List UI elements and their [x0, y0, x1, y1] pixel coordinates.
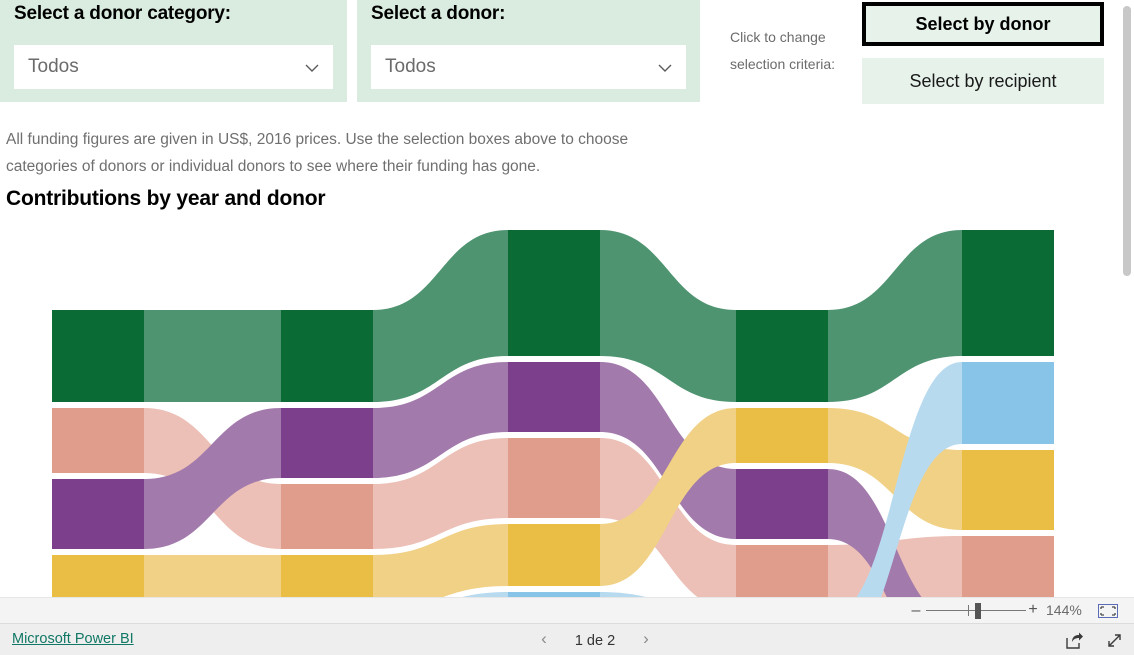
report-canvas: Select a donor category: Todos Select a … [0, 0, 1134, 620]
chevron-down-icon[interactable] [303, 59, 321, 77]
share-icon[interactable] [1064, 631, 1084, 651]
report-description: All funding figures are given in US$, 20… [6, 131, 629, 175]
flow-node[interactable] [736, 408, 828, 463]
flow-node[interactable] [281, 408, 373, 478]
zoom-in-button[interactable]: + [1027, 601, 1039, 619]
slicer-donor-category-title: Select a donor category: [14, 3, 231, 24]
page-label: 1 de 2 [574, 633, 616, 649]
zoom-level-label: 144% [1046, 602, 1082, 618]
slicer-donor-value: Todos [385, 56, 436, 77]
slicer-donor-category-dropdown[interactable]: Todos [14, 45, 333, 89]
fullscreen-icon[interactable] [1105, 631, 1124, 650]
flow-band [144, 555, 281, 598]
flow-node[interactable] [736, 545, 828, 598]
chevron-right-icon[interactable]: › [637, 629, 655, 649]
canvas-scroll-thumb[interactable] [1123, 6, 1131, 276]
flow-node[interactable] [508, 230, 600, 356]
slicer-donor-category: Select a donor category: Todos [0, 0, 347, 102]
page-navigator: ‹ 1 de 2 › [535, 629, 655, 652]
zoom-slider-tick [968, 605, 969, 616]
flow-node[interactable] [52, 408, 144, 473]
chevron-down-icon[interactable] [656, 59, 674, 77]
slicer-donor-category-value: Todos [28, 56, 79, 77]
select-by-recipient-button[interactable]: Select by recipient [862, 58, 1104, 104]
flow-node[interactable] [962, 362, 1054, 444]
flow-node[interactable] [52, 310, 144, 402]
flow-node[interactable] [962, 536, 1054, 598]
flow-node[interactable] [508, 524, 600, 586]
flow-node[interactable] [281, 555, 373, 598]
chevron-left-icon[interactable]: ‹ [535, 629, 553, 649]
slicer-donor-dropdown[interactable]: Todos [371, 45, 686, 89]
flow-node[interactable] [281, 310, 373, 402]
flow-node[interactable] [736, 469, 828, 539]
report-footer: Microsoft Power BI ‹ 1 de 2 › [0, 623, 1134, 655]
flow-node[interactable] [52, 555, 144, 598]
alluvial-chart-svg[interactable] [0, 222, 1120, 598]
microsoft-power-bi-link[interactable]: Microsoft Power BI [12, 631, 134, 647]
zoom-bar: – + 144% [0, 597, 1134, 624]
zoom-slider-thumb[interactable] [975, 603, 981, 619]
selection-criteria-hint: Click to change selection criteria: [730, 29, 836, 72]
flow-node[interactable] [52, 479, 144, 549]
slicer-donor-title: Select a donor: [371, 3, 506, 24]
powerbi-report-viewer: Select a donor category: Todos Select a … [0, 0, 1134, 655]
slicer-donor: Select a donor: Todos [357, 0, 700, 102]
fit-to-page-icon[interactable] [1098, 604, 1118, 618]
select-by-donor-button[interactable]: Select by donor [862, 2, 1104, 46]
flow-node[interactable] [508, 362, 600, 432]
flow-node[interactable] [508, 438, 600, 518]
flow-node[interactable] [962, 230, 1054, 356]
chart-title: Contributions by year and donor [6, 187, 326, 210]
canvas-vertical-scrollbar[interactable] [1120, 0, 1134, 620]
flow-node[interactable] [962, 450, 1054, 530]
alluvial-chart[interactable] [0, 222, 1120, 598]
flow-band [144, 310, 281, 402]
flow-node[interactable] [281, 484, 373, 549]
zoom-out-button[interactable]: – [910, 602, 922, 620]
flow-node[interactable] [736, 310, 828, 402]
